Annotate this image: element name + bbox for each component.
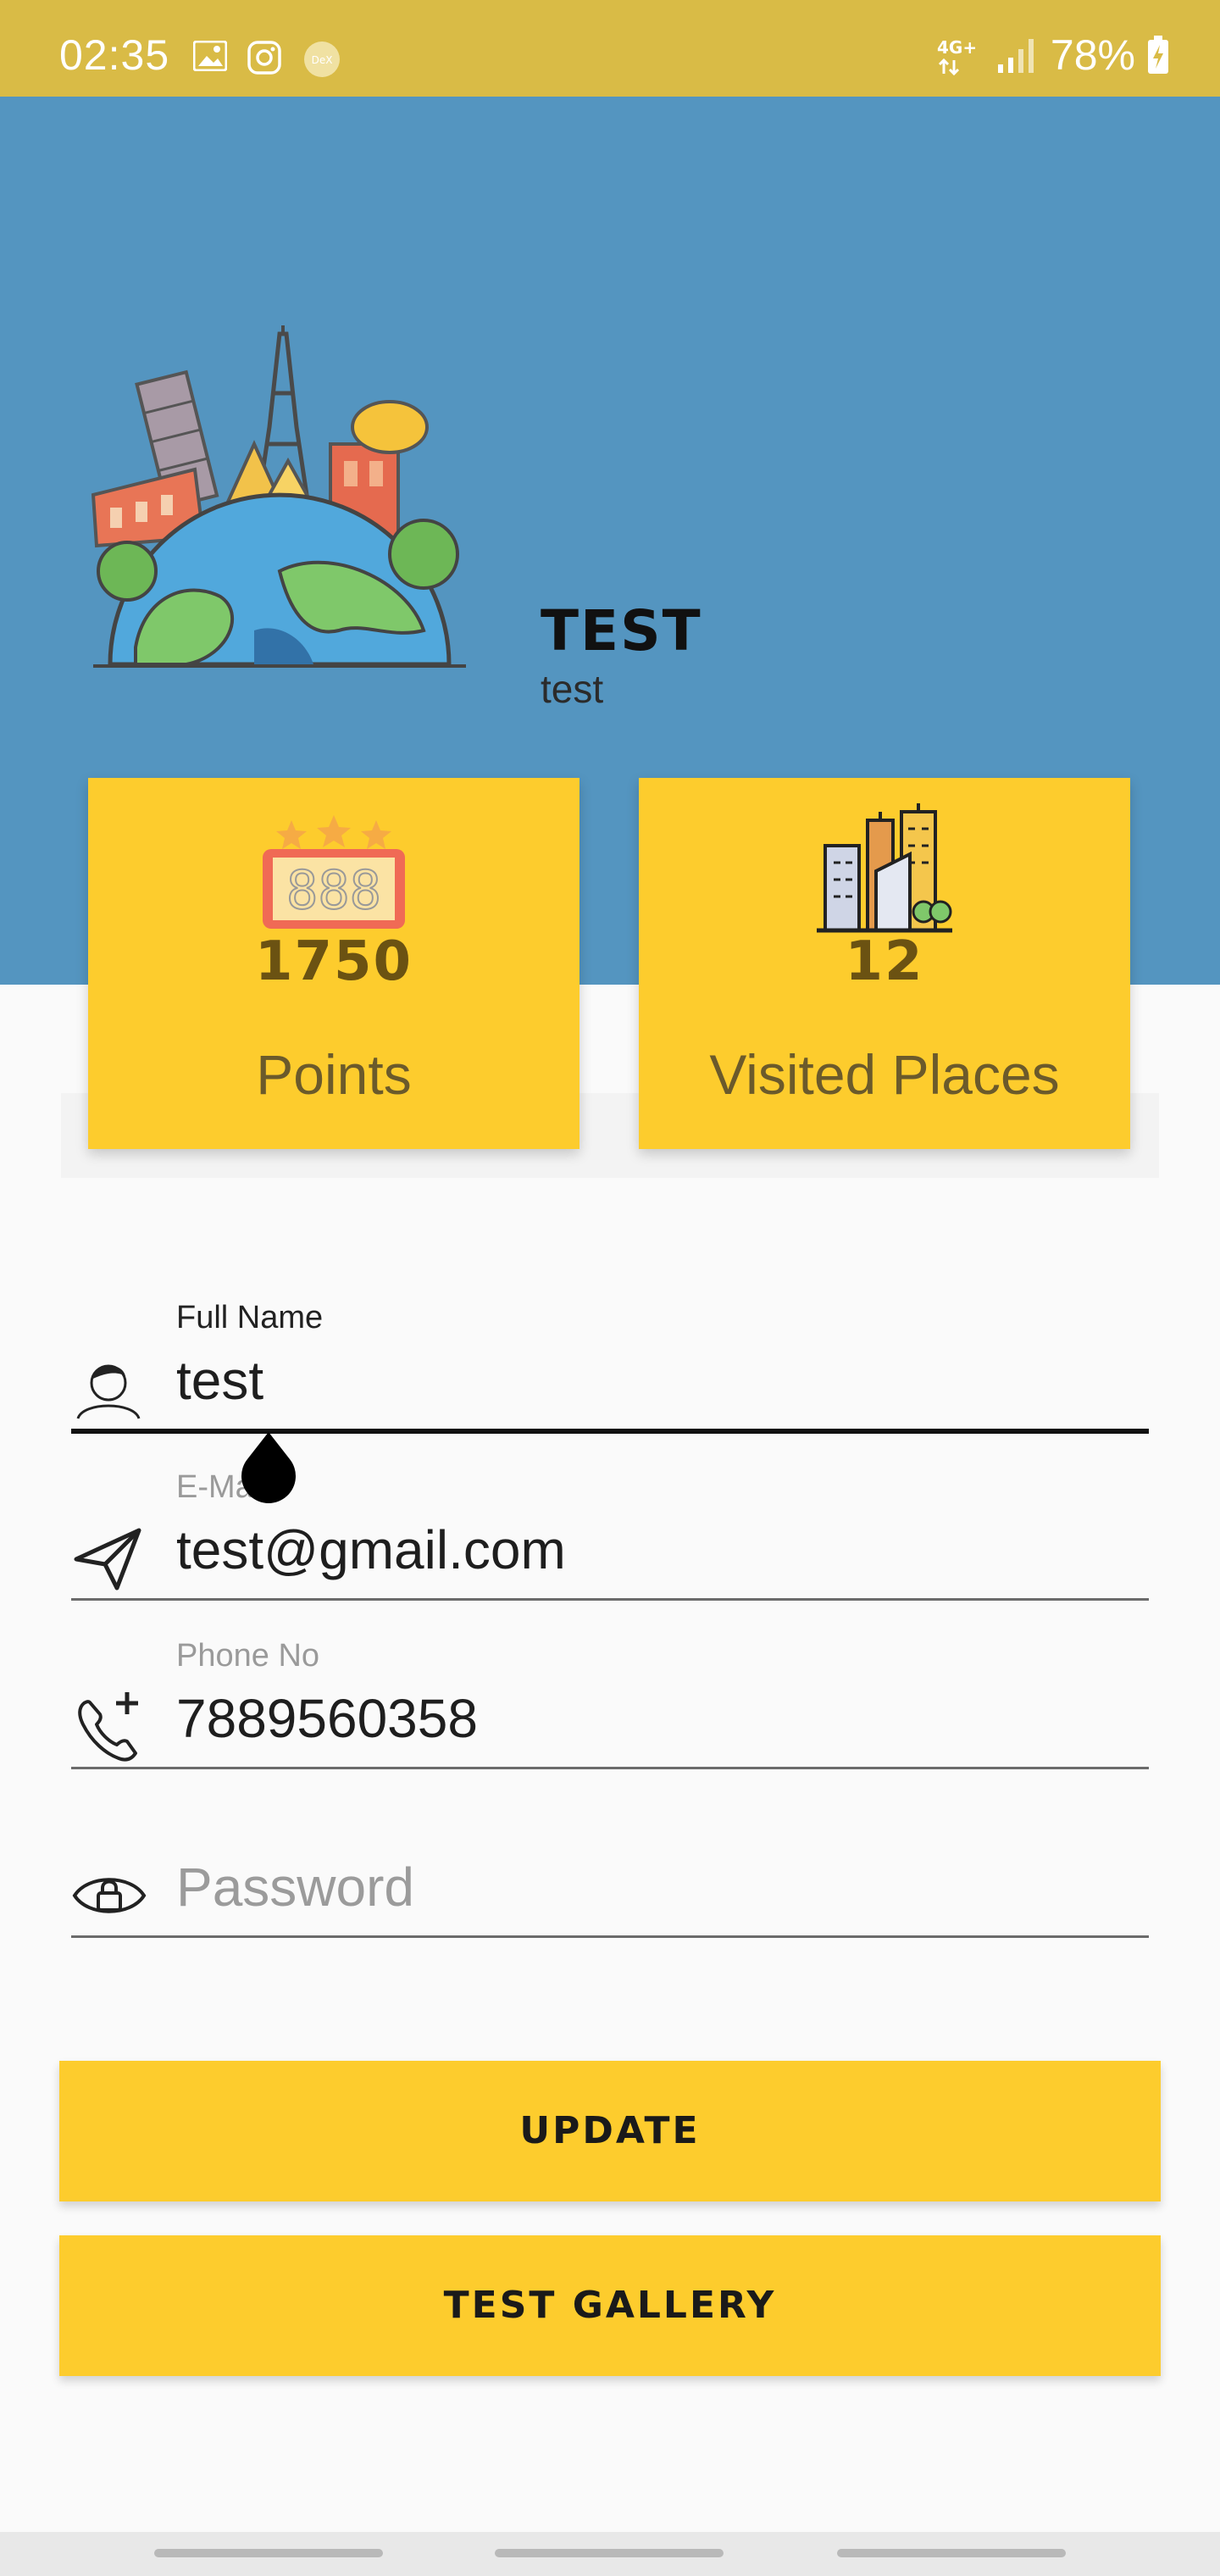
svg-text:888: 888 xyxy=(286,859,381,921)
city-buildings-icon xyxy=(817,803,952,933)
points-value: 1750 xyxy=(254,930,413,993)
svg-text:DeX: DeX xyxy=(312,54,333,66)
visited-label: Visited Places xyxy=(709,1043,1060,1106)
points-card[interactable]: 888 1750 Points xyxy=(88,778,580,1149)
status-time: 02:35 xyxy=(59,31,170,79)
dex-icon: DeX xyxy=(304,42,340,77)
battery-charging-icon xyxy=(1148,36,1168,74)
network-4g-icon: 4G+ xyxy=(937,37,977,75)
email-underline xyxy=(71,1598,1149,1601)
visited-value: 12 xyxy=(845,930,924,993)
svg-text:4G+: 4G+ xyxy=(937,37,977,58)
phone-field[interactable]: Phone No 7889560358 xyxy=(71,1638,1149,1807)
phone-underline xyxy=(71,1767,1149,1769)
password-underline xyxy=(71,1935,1149,1938)
instagram-icon xyxy=(247,41,281,75)
test-gallery-button[interactable]: TEST GALLERY xyxy=(59,2235,1161,2376)
password-field[interactable]: Password xyxy=(71,1807,1149,1976)
nav-back-handle[interactable] xyxy=(837,2549,1066,2557)
phone-input[interactable]: 7889560358 xyxy=(176,1687,478,1750)
full-name-label: Full Name xyxy=(176,1300,324,1335)
password-input[interactable]: Password xyxy=(176,1856,414,1918)
full-name-field[interactable]: Full Name test xyxy=(71,1300,1149,1469)
phone-add-icon xyxy=(78,1692,138,1762)
profile-name: TEST xyxy=(541,598,702,663)
visited-places-card[interactable]: 12 Visited Places xyxy=(639,778,1130,1149)
status-bar: 02:35 DeX 4G+ 78% xyxy=(0,0,1220,97)
scoreboard-icon: 888 xyxy=(263,815,405,929)
nav-recent-handle[interactable] xyxy=(154,2549,383,2557)
phone-label: Phone No xyxy=(176,1638,320,1674)
full-name-input[interactable]: test xyxy=(176,1349,263,1412)
lock-eye-icon xyxy=(72,1878,147,1913)
update-button[interactable]: UPDATE xyxy=(59,2061,1161,2201)
points-label: Points xyxy=(256,1043,412,1106)
gallery-icon xyxy=(193,41,227,71)
status-right-group: 4G+ 78% xyxy=(937,31,1169,80)
email-field[interactable]: E-Mail test@gmail.com xyxy=(71,1469,1149,1639)
world-landmarks-icon xyxy=(91,325,466,668)
touch-cursor-handle[interactable] xyxy=(239,1432,298,1503)
battery-percent: 78% xyxy=(1050,31,1135,79)
system-nav-bar xyxy=(0,2532,1220,2576)
user-icon xyxy=(76,1364,141,1419)
nav-home-handle[interactable] xyxy=(495,2549,724,2557)
signal-icon xyxy=(997,39,1034,73)
profile-username: test xyxy=(541,667,604,711)
full-name-underline xyxy=(71,1429,1149,1434)
send-icon xyxy=(74,1528,141,1591)
email-input[interactable]: test@gmail.com xyxy=(176,1518,566,1581)
